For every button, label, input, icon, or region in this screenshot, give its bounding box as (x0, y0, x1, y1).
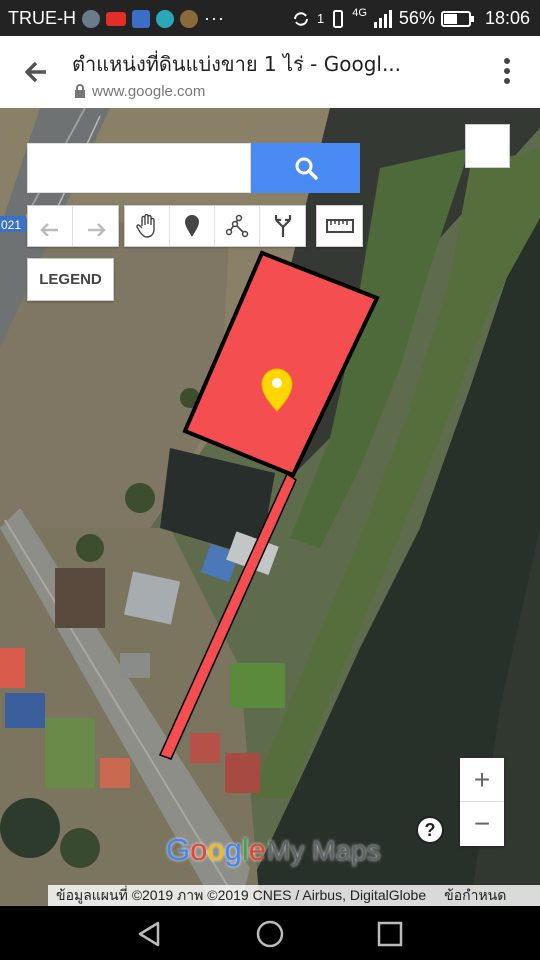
help-button[interactable]: ? (416, 816, 444, 844)
hand-pan-icon (136, 214, 155, 238)
road-number-label: 021 (1, 218, 21, 232)
google-wordmark: Google (166, 832, 267, 867)
recents-square-icon[interactable] (376, 920, 404, 948)
zoom-in-button[interactable]: + (460, 758, 504, 802)
terms-link[interactable]: ข้อกำหนด (444, 885, 506, 907)
app-icon (180, 9, 198, 28)
signal-icon (373, 9, 392, 28)
ruler-icon (325, 219, 354, 233)
url-display: www.google.com (74, 83, 205, 100)
my-maps-wordmark: My Maps (267, 835, 381, 866)
drawing-toolbar (124, 205, 306, 247)
back-triangle-icon[interactable] (136, 920, 164, 948)
more-vertical-icon[interactable] (504, 58, 512, 86)
network-type-label: 4G (352, 6, 367, 19)
battery-icon (440, 10, 474, 27)
map-attribution: ข้อมูลแผนที่ ©2019 ภาพ ©2019 CNES / Airb… (48, 885, 540, 906)
url-text: www.google.com (92, 83, 206, 100)
map-view[interactable]: 021 LEGEND ? + − Google My Maps ข้อมูลแผ… (0, 108, 540, 906)
browser-title-bar: ตำแหน่งที่ดินแบ่งขาย 1 ไร่ - Googl... ww… (0, 36, 540, 108)
carrier-label: TRUE-H (8, 8, 76, 28)
zoom-out-button[interactable]: − (460, 802, 504, 846)
download-icon (156, 9, 174, 28)
search-input[interactable] (27, 143, 251, 193)
add-marker-icon (185, 215, 199, 237)
map-layer-toggle[interactable] (465, 124, 510, 168)
more-notifications-icon: ··· (204, 8, 225, 28)
measure-toolbar (316, 205, 363, 247)
globe-icon (82, 9, 100, 28)
pan-tool-button[interactable] (125, 206, 170, 246)
search-button[interactable] (251, 143, 360, 193)
arrow-left-icon[interactable] (20, 56, 52, 88)
measure-button[interactable] (317, 206, 362, 246)
directions-button[interactable] (260, 206, 305, 246)
battery-percent: 56% (398, 8, 435, 28)
sync-icon (294, 11, 308, 26)
directions-icon (274, 215, 291, 237)
page-title: ตำแหน่งที่ดินแบ่งขาย 1 ไร่ - Googl... (72, 52, 402, 76)
undo-icon (40, 223, 58, 236)
undo-redo-toolbar (27, 205, 119, 247)
draw-line-icon (225, 214, 249, 238)
android-nav-bar (0, 906, 540, 960)
add-marker-button[interactable] (170, 206, 215, 246)
zoom-control: + − (460, 758, 504, 846)
home-circle-icon[interactable] (256, 920, 284, 948)
undo-button[interactable] (28, 206, 73, 246)
redo-button[interactable] (73, 206, 118, 246)
mail-icon (132, 9, 150, 28)
draw-line-button[interactable] (215, 206, 260, 246)
youtube-icon (106, 11, 126, 26)
legend-button[interactable]: LEGEND (27, 258, 114, 301)
attribution-text: ข้อมูลแผนที่ ©2019 ภาพ ©2019 CNES / Airb… (56, 886, 427, 903)
search-icon (295, 157, 318, 180)
lock-icon (75, 84, 85, 98)
clock: 18:06 (484, 8, 530, 28)
google-my-maps-logo: Google My Maps (166, 832, 381, 868)
vibrate-icon (333, 9, 344, 28)
sim-slot-label: 1 (317, 11, 325, 26)
redo-icon (87, 223, 106, 236)
status-bar: TRUE-H ··· 1 4G 56% 18:06 (0, 0, 540, 36)
